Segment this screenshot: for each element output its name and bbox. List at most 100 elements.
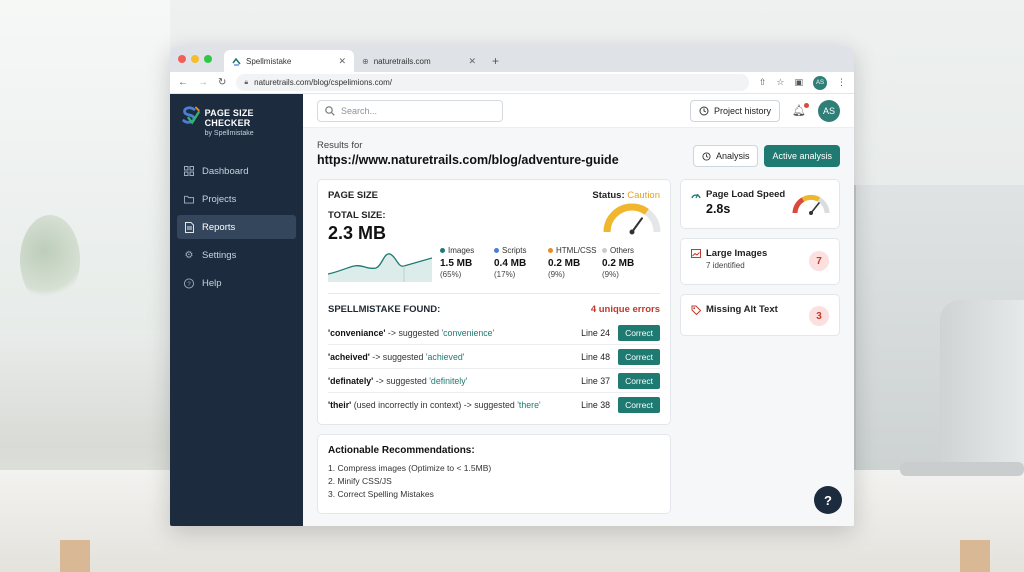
sidebar-item-label: Projects <box>202 193 237 205</box>
status-value: Caution <box>627 190 660 201</box>
card-title-text: Large Images <box>706 248 768 259</box>
correct-button[interactable]: Correct <box>618 372 660 389</box>
window-controls <box>178 46 212 72</box>
topbar: Search... Project history 🔔︎ AS <box>303 94 854 128</box>
maximize-window-button[interactable] <box>204 55 212 63</box>
sidebar-item-projects[interactable]: Projects <box>177 187 296 211</box>
profile-avatar[interactable]: AS <box>813 75 827 90</box>
sidebar-item-label: Help <box>202 277 222 289</box>
history-icon <box>699 106 709 115</box>
sidebar-item-dashboard[interactable]: Dashboard <box>177 159 296 183</box>
minimize-window-button[interactable] <box>191 55 199 63</box>
grid-icon <box>184 166 194 176</box>
url-field[interactable]: 🔒︎ naturetrails.com/blog/cspelimions.com… <box>236 74 749 91</box>
correct-button[interactable]: Correct <box>618 324 660 341</box>
line-number: Line 38 <box>581 400 610 410</box>
spelling-row: 'their' (used incorrectly in context) ->… <box>328 393 660 417</box>
image-icon <box>691 249 701 258</box>
recommendation-item: 1. Compress images (Optimize to < 1.5MB) <box>328 463 492 473</box>
close-window-button[interactable] <box>178 55 186 63</box>
missing-alt-count-badge: 3 <box>809 306 829 326</box>
active-analysis-button[interactable]: Active analysis <box>764 145 840 167</box>
address-bar-actions: ⇧ ☆ ▣ AS ⋮ <box>759 75 846 90</box>
notification-dot <box>804 103 809 108</box>
project-history-button[interactable]: Project history <box>690 99 781 122</box>
speedometer-icon <box>691 193 701 199</box>
background-shelf <box>0 330 175 420</box>
sidebar-toggle-icon[interactable]: ▣ <box>794 77 803 88</box>
breakdown-name: Images <box>448 246 475 255</box>
globe-icon: ⊕ <box>362 56 369 66</box>
analysis-label: Analysis <box>715 151 750 161</box>
results-for-label: Results for <box>317 140 363 151</box>
misspelled-word: 'conveniance' <box>328 327 386 338</box>
forward-arrow-icon[interactable]: → <box>198 77 208 88</box>
spelling-row: 'acheived' -> suggested 'achieved' Line … <box>328 345 660 369</box>
correct-button[interactable]: Correct <box>618 348 660 365</box>
breakdown-value: 1.5 MB <box>440 258 473 269</box>
svg-text:?: ? <box>187 280 191 287</box>
line-number: Line 48 <box>581 351 610 362</box>
results-actions: Analysis Active analysis <box>692 145 840 167</box>
speed-gauge <box>792 194 830 215</box>
share-icon[interactable]: ⇧ <box>759 77 767 88</box>
suggested-word: 'convenience' <box>441 327 495 338</box>
breakdown-percent: (9%) <box>602 270 619 279</box>
breakdown-name: Scripts <box>502 246 527 255</box>
lock-icon: 🔒︎ <box>244 78 249 86</box>
topbar-actions: Project history 🔔︎ AS <box>690 99 840 122</box>
back-arrow-icon[interactable]: ← <box>178 77 188 88</box>
card-title-text: Page Load Speed <box>706 189 786 200</box>
recommendation-item: 3. Correct Spelling Mistakes <box>328 489 434 499</box>
reload-icon[interactable]: ↻ <box>218 77 226 88</box>
sidebar-item-label: Settings <box>202 249 237 261</box>
large-images-count-badge: 7 <box>809 251 829 271</box>
missing-alt-text-card[interactable]: Missing Alt Text 3 <box>680 294 840 336</box>
brand-subtitle: by Spellmistake <box>204 130 254 137</box>
star-icon[interactable]: ☆ <box>776 77 784 88</box>
analysis-button[interactable]: Analysis <box>692 145 759 167</box>
search-icon <box>325 105 335 116</box>
project-history-label: Project history <box>714 105 772 116</box>
new-tab-button[interactable]: + <box>492 50 499 72</box>
background-monitor-stand <box>940 300 1024 480</box>
close-tab-icon[interactable]: ✕ <box>468 56 476 67</box>
correct-button[interactable]: Correct <box>618 397 660 413</box>
card-title-text: Missing Alt Text <box>706 304 778 315</box>
status-gauge <box>603 203 661 235</box>
status-label: Status: <box>592 190 625 201</box>
spellmistake-favicon-icon <box>232 57 241 66</box>
browser-tab-naturetrails[interactable]: ⊕ naturetrails.com ✕ <box>354 50 484 72</box>
large-images-title: Large Images <box>691 248 829 259</box>
sidebar-item-label: Dashboard <box>202 165 249 177</box>
misspelled-word: 'their' <box>328 400 352 410</box>
spellmistake-title: SPELLMISTAKE FOUND: <box>328 304 441 315</box>
user-avatar[interactable]: AS <box>818 99 840 122</box>
breakdown-value: 0.2 MB <box>602 258 635 269</box>
brand-logo-icon <box>182 106 200 125</box>
spellmistake-list: 'conveniance' -> suggested 'convenience'… <box>328 321 660 417</box>
breakdown-percent: (65%) <box>440 270 462 279</box>
tag-icon <box>691 305 701 315</box>
history-icon <box>702 151 711 161</box>
sidebar-item-label: Reports <box>202 221 236 233</box>
folder-icon <box>184 194 194 204</box>
sidebar-item-settings[interactable]: ⚙ Settings <box>177 243 296 267</box>
menu-dots-icon[interactable]: ⋮ <box>837 77 846 88</box>
browser-tab-spellmistake[interactable]: Spellmistake ✕ <box>224 50 354 72</box>
close-tab-icon[interactable]: ✕ <box>338 56 346 67</box>
breakdown-name: HTML/CSS <box>556 246 597 255</box>
background-desk-leg <box>960 540 990 572</box>
results-header: Results for https://www.naturetrails.com… <box>317 140 619 167</box>
url-text: naturetrails.com/blog/cspelimions.com/ <box>254 78 392 87</box>
app: PAGE SIZE CHECKER by Spellmistake Dashbo… <box>170 94 854 526</box>
help-button[interactable]: ? <box>814 486 842 514</box>
breakdown-percent: (17%) <box>494 270 516 279</box>
sidebar-item-help[interactable]: ? Help <box>177 271 296 295</box>
brand: PAGE SIZE CHECKER by Spellmistake <box>180 104 296 137</box>
notification-bell-icon[interactable]: 🔔︎ <box>792 103 809 117</box>
large-images-card[interactable]: Large Images 7 identified 7 <box>680 238 840 285</box>
search-input[interactable]: Search... <box>317 99 503 122</box>
sidebar-item-reports[interactable]: Reports <box>177 215 296 239</box>
page-load-speed-card[interactable]: Page Load Speed 2.8s <box>680 179 840 229</box>
